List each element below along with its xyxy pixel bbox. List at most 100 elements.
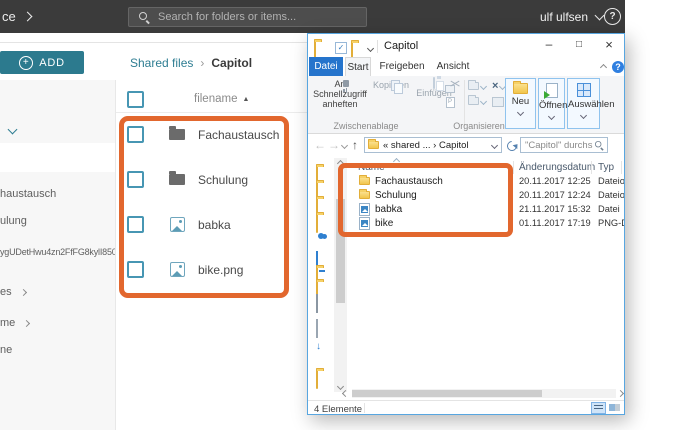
paste-shortcut-icon[interactable]: P: [445, 97, 455, 108]
file-modified: 20.11.2017 12:24: [519, 190, 591, 200]
breadcrumb: Shared files › Capitol: [130, 56, 252, 70]
titlebar-separator: [377, 40, 378, 53]
sidebar-item-es[interactable]: es: [0, 286, 115, 298]
new-button[interactable]: Neu: [505, 78, 536, 129]
sort-ascending-icon[interactable]: ▲: [242, 96, 249, 103]
file-modified: 21.11.2017 15:32: [519, 204, 591, 214]
file-type: Datei: [598, 204, 620, 214]
sidebar-item-label: ygUDetHwu4zn2FfFG8kylI850: [0, 247, 115, 257]
quick-access-customize-icon[interactable]: [366, 44, 375, 53]
help-button[interactable]: ?: [604, 8, 621, 25]
address-dropdown-icon[interactable]: [490, 141, 499, 149]
tab-freigeben[interactable]: Freigeben: [379, 57, 424, 76]
copy-to-button[interactable]: [468, 95, 488, 105]
sidebar-item-label: me: [0, 317, 16, 329]
sidebar-item-ne[interactable]: ne: [0, 344, 115, 356]
breadcrumb-parent-link[interactable]: Shared files: [130, 56, 193, 70]
annotation-rectangle-explorer: [338, 163, 513, 237]
tab-ansicht[interactable]: Ansicht: [434, 57, 472, 76]
add-button[interactable]: + ADD: [0, 51, 84, 74]
move-to-icon: [468, 80, 479, 90]
copy-to-icon: [468, 95, 479, 105]
address-folder-icon: [368, 139, 379, 149]
column-separator[interactable]: [513, 161, 514, 174]
sidebar-item-schulung[interactable]: ulung: [0, 215, 115, 227]
user-name: ulf ulfsen: [540, 9, 589, 24]
column-header-filename[interactable]: filename: [194, 93, 237, 105]
address-input[interactable]: « shared ... › Capitol: [364, 137, 502, 153]
file-modified: 20.11.2017 12:25: [519, 176, 591, 186]
global-search-input[interactable]: Search for folders or items...: [128, 7, 367, 27]
forward-button[interactable]: →: [328, 138, 340, 152]
tab-start[interactable]: Start: [345, 57, 371, 76]
search-icon: [594, 140, 604, 150]
address-bar: ← → ↑ « shared ... › Capitol "Capitol" d…: [308, 134, 624, 157]
sidebar-item-label: ulung: [0, 215, 27, 227]
column-header-type[interactable]: Typ: [598, 162, 614, 173]
collapse-ribbon-icon[interactable]: [599, 63, 608, 72]
organize-group-label: Organisieren: [453, 121, 505, 131]
move-to-button[interactable]: [468, 80, 488, 90]
drive-icon[interactable]: [316, 294, 318, 313]
sidebar-expand-icon[interactable]: [7, 124, 18, 135]
search-icon: [138, 11, 150, 23]
column-header-modified[interactable]: Änderungsdatum: [519, 162, 595, 173]
nav-folder-icon[interactable]: [316, 370, 318, 389]
file-type: Dateiordner: [598, 190, 624, 200]
column-separator[interactable]: [591, 161, 592, 174]
chevron-down-icon: [516, 108, 525, 117]
address-path: « shared ... › Capitol: [383, 139, 469, 151]
clipboard-group-label: Zwischenablage: [333, 121, 399, 131]
pin-label-line1: An Schnellzugriff: [313, 79, 367, 99]
quick-access-properties-icon[interactable]: ✓: [335, 42, 347, 54]
scroll-left-icon[interactable]: [341, 389, 350, 398]
sidebar-item-me[interactable]: me: [0, 317, 115, 329]
up-button[interactable]: ↑: [352, 138, 358, 152]
maximize-button[interactable]: □: [566, 34, 592, 54]
horizontal-scrollbar[interactable]: [352, 389, 616, 398]
back-button[interactable]: ←: [314, 138, 326, 152]
menu-bar: Datei Start Freigeben Ansicht ?: [308, 57, 624, 76]
delete-button[interactable]: ×: [492, 81, 507, 92]
sidebar-item-label: es: [0, 286, 12, 298]
sidebar-active-item[interactable]: [0, 143, 115, 172]
column-separator[interactable]: [621, 161, 622, 174]
open-button[interactable]: Öffnen: [538, 78, 567, 129]
status-bar: 4 Elemente: [308, 400, 624, 415]
refresh-icon[interactable]: [504, 138, 520, 154]
pin-label-line2: anheften: [322, 99, 358, 109]
chevron-down-icon: [579, 111, 588, 120]
table-header-row: filename ▲: [116, 86, 307, 113]
chevron-right-icon: [22, 11, 33, 22]
close-button[interactable]: ×: [596, 34, 622, 54]
thumbnail-view-button[interactable]: [608, 402, 623, 414]
tab-datei[interactable]: Datei: [309, 57, 343, 76]
scroll-right-icon[interactable]: [616, 389, 625, 398]
chevron-right-icon: [19, 288, 27, 296]
copy-button[interactable]: Kopieren: [370, 80, 412, 90]
select-all-checkbox[interactable]: [127, 90, 144, 108]
explorer-help-button[interactable]: ?: [612, 61, 624, 73]
plus-circle-icon: +: [19, 55, 34, 70]
workspace-breadcrumb[interactable]: ce: [2, 9, 33, 24]
sidebar-item-fachaustausch[interactable]: haustausch: [0, 188, 115, 200]
sidebar-item-hash[interactable]: ygUDetHwu4zn2FfFG8kylI850: [0, 247, 115, 257]
explorer-search-text: "Capitol" durchs...: [525, 139, 593, 151]
sidebar-item-label: haustausch: [0, 188, 57, 200]
chevron-down-icon: [594, 10, 605, 20]
history-dropdown-icon[interactable]: [340, 141, 349, 150]
downloads-icon[interactable]: ↓: [316, 336, 321, 354]
minimize-button[interactable]: –: [536, 34, 562, 54]
select-grid-icon: [576, 83, 591, 97]
nav-folder-icon[interactable]: [316, 214, 318, 233]
status-separator: [364, 403, 365, 413]
rename-button[interactable]: [492, 97, 504, 107]
horizontal-scrollbar-thumb[interactable]: [352, 390, 542, 397]
select-button[interactable]: Auswählen: [567, 78, 614, 129]
window-title: Capitol: [384, 40, 419, 52]
details-view-button[interactable]: [591, 402, 606, 414]
explorer-search-input[interactable]: "Capitol" durchs...: [520, 137, 608, 153]
user-menu[interactable]: ulf ulfsen: [540, 0, 605, 33]
pin-to-quick-access-button[interactable]: An Schnellzugriff anheften: [310, 79, 370, 109]
chevron-right-icon: [23, 319, 31, 327]
